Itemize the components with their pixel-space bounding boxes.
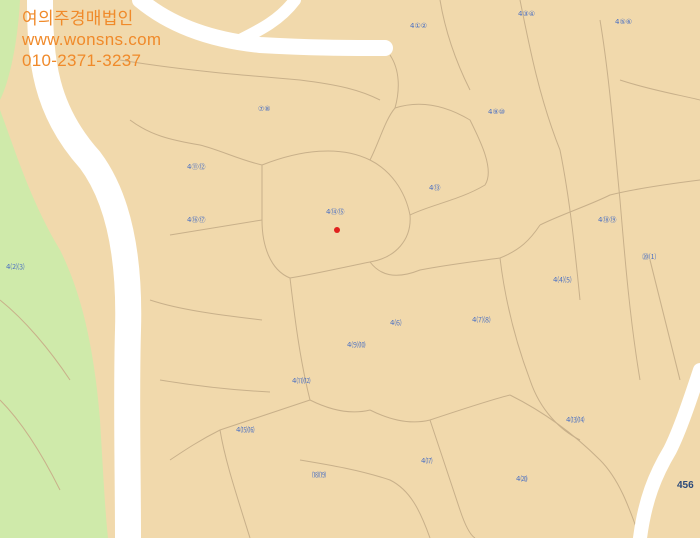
parcel-label: 4⒀⒁ [566, 416, 585, 424]
parcel-label: 4⑷⑸ [553, 276, 572, 284]
parcel-label: ⑳⑴ [642, 253, 656, 261]
road-number-badge: 456 [677, 480, 694, 491]
cadastral-map[interactable]: 여의주경매법인 www.wonsns.com 010-2371-3237 4①②… [0, 0, 700, 538]
parcel-label: 4⑯⑰ [187, 216, 206, 224]
watermark-website[interactable]: www.wonsns.com [22, 31, 161, 48]
parcel-label: ⒅⒆ [312, 471, 326, 479]
parcel-label: 4⑬ [429, 184, 441, 192]
parcel-label: 4⑵⑶ [6, 263, 25, 271]
parcel-label: 4⑨⑩ [488, 108, 506, 116]
parcel-label: 4⒂⒃ [236, 426, 255, 434]
parcel-label: 4⑭⑮ [326, 208, 345, 216]
watermark-phone: 010-2371-3237 [22, 51, 142, 70]
parcel-label: 4①② [410, 22, 428, 30]
parcel-label: 4⑾⑿ [292, 377, 311, 385]
parcel-label: 4⑤⑥ [615, 18, 633, 26]
watermark-company: 여의주경매법인 [22, 9, 134, 28]
parcel-label: 4⒄ [421, 457, 433, 465]
map-canvas [0, 0, 700, 538]
parcel-label: 4③④ [518, 10, 536, 18]
watermark: 여의주경매법인 www.wonsns.com 010-2371-3237 [22, 10, 161, 73]
parcel-label: 4⑱⑲ [598, 216, 617, 224]
target-parcel-marker [334, 227, 340, 233]
parcel-label: 4⑼⑽ [347, 341, 366, 349]
parcel-label: 4⑹ [390, 319, 402, 327]
parcel-label: 4⒇ [516, 475, 528, 483]
land-background [0, 0, 700, 538]
parcel-label: 4⑺⑻ [472, 316, 491, 324]
parcel-label: ⑦⑧ [258, 105, 271, 113]
parcel-label: 4⑪⑫ [187, 163, 206, 171]
